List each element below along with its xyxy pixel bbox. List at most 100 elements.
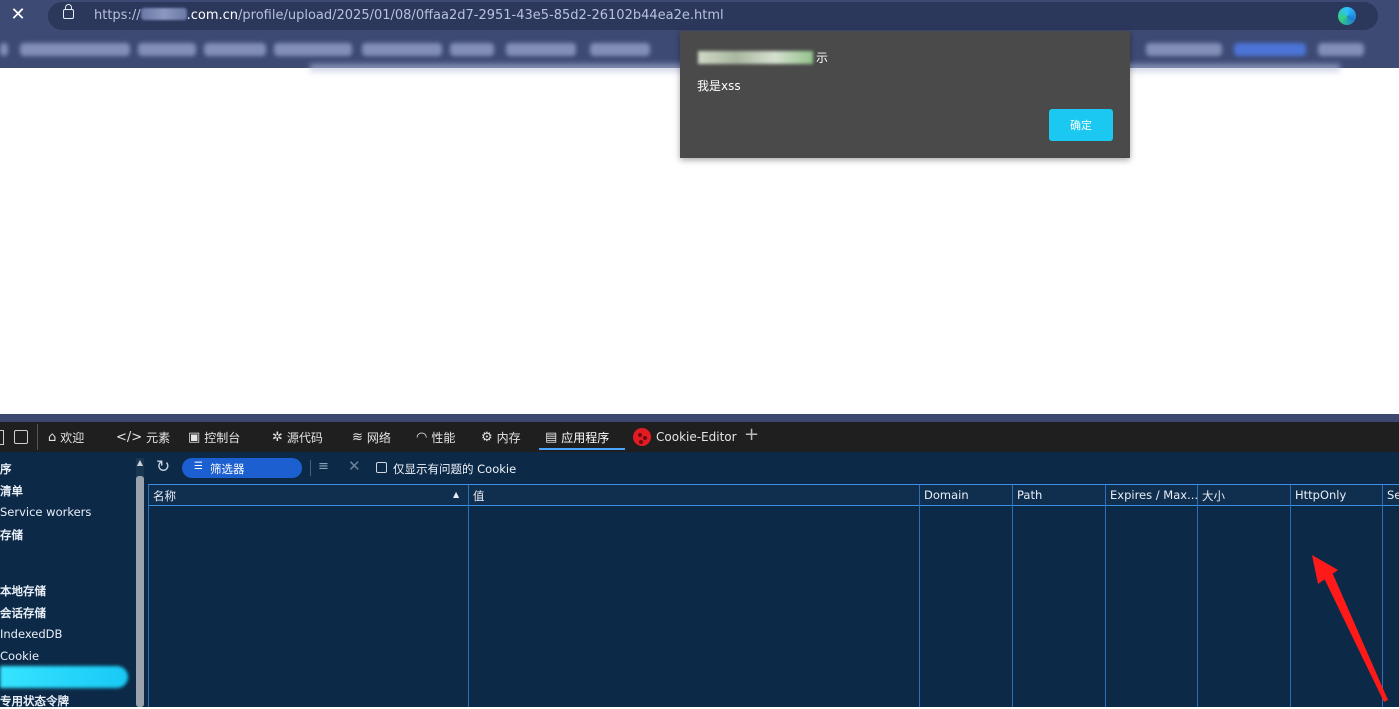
dialog-title: 示 xyxy=(816,51,829,65)
devtools-toolbar: ⌂ 欢迎 </> 元素 ▣ 控制台 ✲ 源代码 ≋ 网络 ◠ 性能 ⚙ 内存 ▤ 应用程序 Co… xyxy=(0,422,1399,452)
bookmark-item[interactable] xyxy=(590,43,650,56)
add-tab-button[interactable]: + xyxy=(744,424,759,445)
devtools-resize-handle[interactable] xyxy=(0,414,1399,422)
sidebar-item-application[interactable]: 序 xyxy=(0,461,12,477)
address-bar[interactable]: https:// .com.cn/profile/upload/2025/01/0… xyxy=(48,2,1378,30)
column-divider[interactable] xyxy=(468,485,469,707)
url-prefix: https:// xyxy=(94,8,141,23)
active-tab-indicator xyxy=(539,448,625,450)
tab-label: 源代码 xyxy=(286,431,323,445)
clear-filtered-cookies-icon[interactable]: ≡ xyxy=(318,459,329,474)
tab-memory[interactable]: ⚙ 内存 xyxy=(481,429,521,446)
wifi-icon: ≋ xyxy=(352,430,363,445)
column-divider[interactable] xyxy=(919,485,920,707)
device-toggle-icon[interactable] xyxy=(0,430,4,445)
column-header-name[interactable]: 名称 xyxy=(153,488,176,504)
sidebar-item-local-storage[interactable]: 本地存储 xyxy=(0,583,46,599)
only-issues-checkbox[interactable] xyxy=(376,462,387,473)
column-divider[interactable] xyxy=(1290,485,1291,707)
bookmark-item[interactable] xyxy=(362,43,442,56)
bookmark-item[interactable] xyxy=(1234,43,1306,56)
sidebar-item-session-storage[interactable]: 会话存储 xyxy=(0,605,46,621)
url-path: /profile/upload/2025/01/08/0ffaa2d7-2951… xyxy=(238,8,724,23)
column-header-expires[interactable]: Expires / Max... xyxy=(1110,488,1198,502)
dock-side-icon[interactable] xyxy=(14,430,28,444)
cookie-icon xyxy=(633,428,651,446)
tab-label: Cookie-Editor xyxy=(656,430,737,444)
tab-sources[interactable]: ✲ 源代码 xyxy=(272,429,323,446)
filter-divider xyxy=(310,460,311,476)
dialog-ok-button[interactable]: 确定 xyxy=(1049,109,1113,141)
column-header-value[interactable]: 值 xyxy=(473,488,485,504)
console-icon: ▣ xyxy=(188,430,201,445)
cookie-table xyxy=(148,484,1399,708)
refresh-icon[interactable]: ↻ xyxy=(156,458,174,476)
alert-dialog: 示 我是xss 确定 xyxy=(680,31,1130,158)
tab-performance[interactable]: ◠ 性能 xyxy=(416,429,455,446)
column-header-secure[interactable]: Se xyxy=(1387,488,1399,502)
sidebar-item-selected-cookie-origin[interactable] xyxy=(0,666,128,688)
scroll-up-icon[interactable]: ▲ xyxy=(136,458,144,468)
bookmark-item[interactable] xyxy=(506,43,576,56)
close-tab-icon[interactable]: ✕ xyxy=(8,5,28,25)
database-icon: ▤ xyxy=(545,430,558,445)
bookmark-item[interactable] xyxy=(204,43,266,56)
tab-label: 网络 xyxy=(366,431,391,445)
url-text[interactable]: https:// .com.cn/profile/upload/2025/01/0… xyxy=(94,8,724,23)
bookmark-item[interactable] xyxy=(20,43,130,56)
column-header-domain[interactable]: Domain xyxy=(924,488,969,502)
tab-label: 应用程序 xyxy=(561,431,610,445)
column-divider[interactable] xyxy=(1105,485,1106,707)
bookmark-item[interactable] xyxy=(274,43,352,56)
tab-label: 元素 xyxy=(146,431,171,445)
tab-console[interactable]: ▣ 控制台 xyxy=(188,429,240,446)
column-divider xyxy=(148,485,149,707)
bookmark-item[interactable] xyxy=(138,43,196,56)
bookmark-item[interactable] xyxy=(450,43,494,56)
tab-cookie-editor[interactable]: Cookie-Editor xyxy=(633,428,737,446)
sidebar-item-indexeddb[interactable]: IndexedDB xyxy=(0,627,62,641)
tab-application[interactable]: ▤ 应用程序 xyxy=(545,429,609,446)
dialog-message: 我是xss xyxy=(697,79,741,93)
column-divider[interactable] xyxy=(1197,485,1198,707)
sidebar-scroll-thumb[interactable] xyxy=(136,476,144,707)
tab-welcome[interactable]: ⌂ 欢迎 xyxy=(48,429,84,446)
column-header-httponly[interactable]: HttpOnly xyxy=(1295,488,1346,502)
url-redacted xyxy=(140,8,187,20)
bookmark-item[interactable] xyxy=(1318,43,1364,56)
tab-label: 性能 xyxy=(431,431,456,445)
tab-label: 控制台 xyxy=(204,431,241,445)
sidebar-item-manifest[interactable]: 清单 xyxy=(0,483,23,499)
bookmark-item[interactable] xyxy=(1146,43,1222,56)
sidebar-item-storage[interactable]: 存储 xyxy=(0,527,23,543)
column-header-path[interactable]: Path xyxy=(1017,488,1042,502)
browser-titlebar: ✕ https:// .com.cn/profile/upload/2025/01… xyxy=(0,0,1399,32)
bug-icon: ✲ xyxy=(272,430,283,445)
tab-network[interactable]: ≋ 网络 xyxy=(352,429,391,446)
code-icon: </> xyxy=(116,430,143,445)
sidebar-item-cookie[interactable]: Cookie xyxy=(0,649,39,663)
gauge-icon: ◠ xyxy=(416,430,428,445)
url-host: .com.cn xyxy=(186,8,239,23)
tab-label: 内存 xyxy=(496,431,521,445)
home-icon: ⌂ xyxy=(48,430,57,445)
dialog-origin-redacted xyxy=(698,51,813,64)
only-issues-label: 仅显示有问题的 Cookie xyxy=(393,462,517,476)
arrow-shaft xyxy=(1323,572,1388,702)
sidebar-item-service-workers[interactable]: Service workers xyxy=(0,505,91,519)
lock-icon[interactable] xyxy=(63,4,74,19)
column-divider[interactable] xyxy=(1012,485,1013,707)
bookmark-item[interactable] xyxy=(0,43,8,56)
tab-label: 欢迎 xyxy=(60,431,85,445)
clear-all-cookies-icon[interactable]: ✕ xyxy=(348,457,361,475)
cookie-filter-input[interactable]: ☰ 筛选器 xyxy=(182,458,302,478)
memory-icon: ⚙ xyxy=(481,430,493,445)
filter-placeholder: 筛选器 xyxy=(210,462,245,476)
filter-icon: ☰ xyxy=(194,461,203,472)
sort-ascending-icon[interactable]: ▲ xyxy=(453,490,459,499)
column-header-size[interactable]: 大小 xyxy=(1202,488,1225,504)
red-annotation-arrow-icon xyxy=(1312,555,1388,702)
edge-profile-icon[interactable] xyxy=(1338,7,1356,25)
tab-elements[interactable]: </> 元素 xyxy=(116,429,170,446)
toolbar-divider xyxy=(37,424,38,450)
